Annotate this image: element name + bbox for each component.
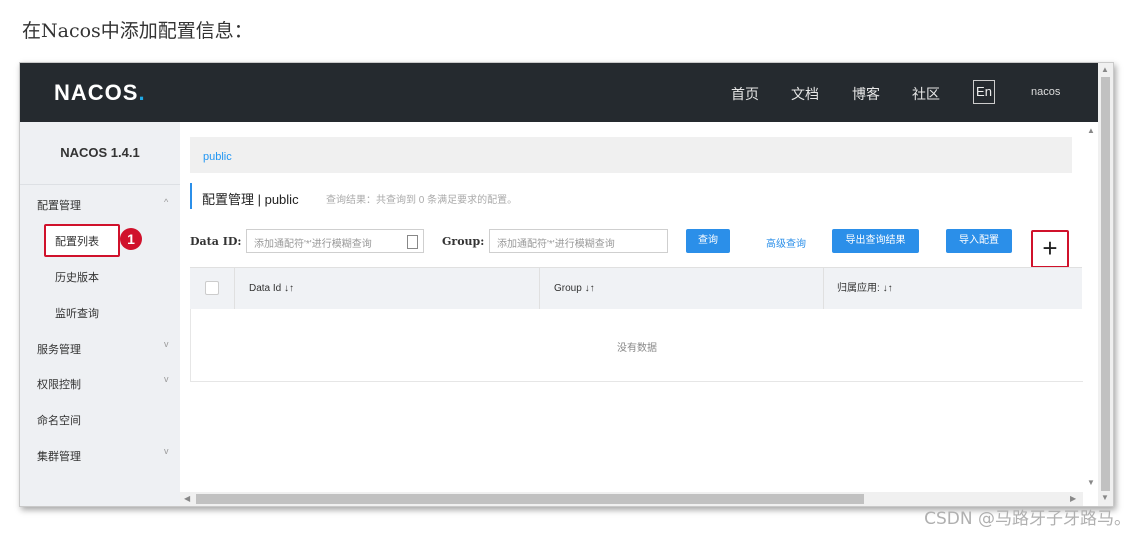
sidebar-item-config-management[interactable]: 配置管理 [37,197,81,213]
step-badge-1: 1 [120,228,142,250]
top-navbar: NACOS. 首页 文档 博客 社区 En nacos [20,63,1098,122]
nav-docs[interactable]: 文档 [791,84,819,104]
column-app[interactable]: 归属应用: ↓↑ [837,268,893,310]
column-group-label: Group [554,283,582,294]
chevron-down-icon[interactable]: v [164,446,169,456]
column-divider [823,268,824,310]
chevron-up-icon[interactable]: ^ [164,197,168,207]
sidebar-item-service-management[interactable]: 服务管理 [37,341,81,357]
page-title-row: 配置管理 | public 查询结果：共查询到 0 条满足要求的配置。 [190,183,517,209]
data-id-label: Data ID: [190,235,242,248]
scroll-left-icon[interactable]: ◀ [184,494,190,503]
outer-vertical-scrollbar[interactable]: ▲ ▼ [1098,63,1113,506]
sidebar-item-history[interactable]: 历史版本 [55,269,99,285]
sidebar: NACOS 1.4.1 配置管理 ^ 配置列表 1 历史版本 监听查询 服务管理… [20,122,180,506]
page-title: 配置管理 | public [202,192,299,207]
clipboard-icon[interactable] [407,235,418,249]
nacos-logo[interactable]: NACOS. [54,80,146,106]
chevron-down-icon[interactable]: v [164,339,169,349]
sidebar-item-config-list[interactable]: 配置列表 [55,233,99,249]
sort-icon[interactable]: ↓↑ [284,283,294,294]
result-summary: 查询结果：共查询到 0 条满足要求的配置。 [326,195,518,206]
scroll-up-icon[interactable]: ▲ [1101,65,1109,74]
sidebar-item-access-control[interactable]: 权限控制 [37,376,81,392]
column-data-id-label: Data Id [249,283,282,294]
nav-community[interactable]: 社区 [912,84,940,104]
data-id-input[interactable]: 添加通配符'*'进行模糊查询 [246,229,424,253]
nav-home[interactable]: 首页 [731,84,759,104]
outer-scroll-thumb[interactable] [1101,77,1110,491]
sort-icon[interactable]: ↓↑ [883,283,893,294]
table-body: 没有数据 [190,309,1084,382]
add-config-button[interactable]: + [1031,230,1069,268]
column-group[interactable]: Group ↓↑ [554,268,595,310]
inner-vertical-scrollbar[interactable]: ▲ ▼ [1083,122,1098,492]
column-divider [234,268,235,310]
search-button[interactable]: 查询 [686,229,730,253]
user-menu[interactable]: nacos [1031,86,1060,98]
logo-dot: . [138,80,146,105]
group-placeholder: 添加通配符'*'进行模糊查询 [497,239,615,250]
sidebar-item-cluster-management[interactable]: 集群管理 [37,448,81,464]
browser-window: NACOS. 首页 文档 博客 社区 En nacos ▲ ▼ NACOS 1.… [19,62,1114,507]
caption-text: 在Nacos中添加配置信息： [22,20,253,42]
scroll-up-icon[interactable]: ▲ [1087,126,1095,135]
scroll-right-icon[interactable]: ▶ [1070,494,1076,503]
version-label: NACOS 1.4.1 [20,122,180,185]
sidebar-item-namespace[interactable]: 命名空间 [37,412,81,428]
scroll-down-icon[interactable]: ▼ [1087,478,1095,487]
sort-icon[interactable]: ↓↑ [585,283,595,294]
data-id-placeholder: 添加通配符'*'进行模糊查询 [254,239,372,250]
column-divider [539,268,540,310]
column-app-label: 归属应用: [837,283,880,294]
watermark: CSDN @马路牙子牙路马。 [924,509,1131,529]
logo-text: NACOS [54,80,139,105]
table-header: Data Id ↓↑ Group ↓↑ 归属应用: ↓↑ [190,267,1082,310]
import-config-button[interactable]: 导入配置 [946,229,1012,253]
namespace-tab-public[interactable]: public [203,151,232,163]
namespace-bar: public [190,137,1072,173]
scroll-down-icon[interactable]: ▼ [1101,493,1109,502]
advanced-search-link[interactable]: 高级查询 [766,235,806,250]
language-toggle[interactable]: En [973,80,995,104]
horizontal-scroll-thumb[interactable] [196,494,864,504]
group-input[interactable]: 添加通配符'*'进行模糊查询 [489,229,668,253]
chevron-down-icon[interactable]: v [164,374,169,384]
column-data-id[interactable]: Data Id ↓↑ [249,268,294,310]
nav-blog[interactable]: 博客 [852,84,880,104]
empty-state-text: 没有数据 [617,343,657,354]
group-label: Group: [442,235,485,248]
select-all-checkbox[interactable] [205,281,219,295]
export-results-button[interactable]: 导出查询结果 [832,229,919,253]
sidebar-item-listener-query[interactable]: 监听查询 [55,305,99,321]
